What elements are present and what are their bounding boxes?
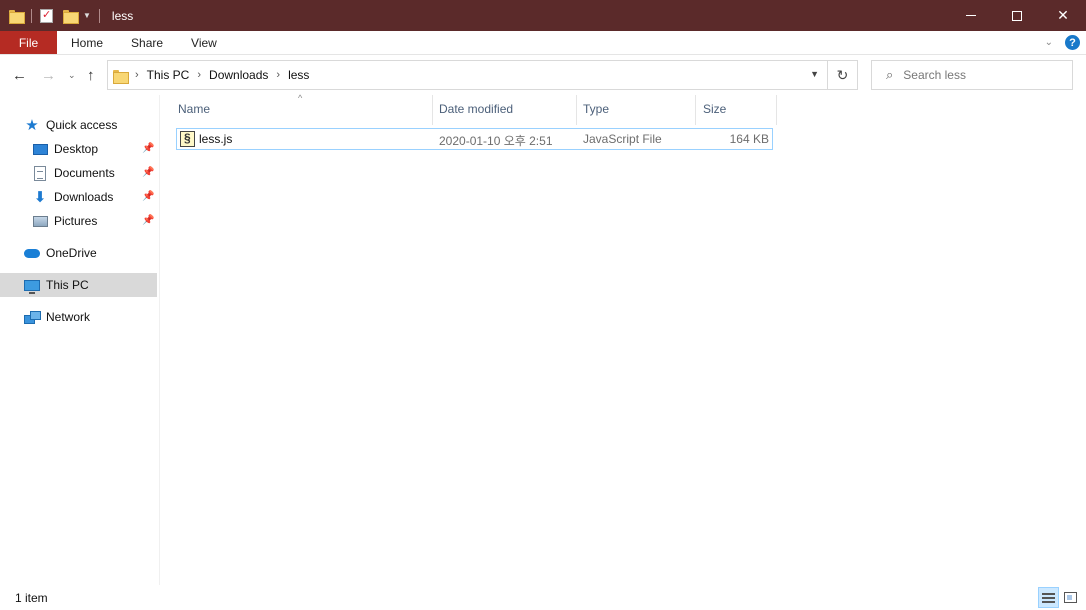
address-dropdown-chevron-icon[interactable]: ▼	[810, 69, 819, 79]
breadcrumb-downloads[interactable]: Downloads	[209, 68, 268, 82]
back-arrow-icon[interactable]: ←	[12, 67, 27, 84]
pin-icon: 📌	[142, 191, 155, 202]
search-icon: ⌕	[886, 67, 894, 82]
forward-arrow-icon[interactable]: →	[41, 67, 56, 84]
search-input[interactable]: Search less	[903, 68, 966, 82]
sidebar-item-label: Network	[46, 310, 91, 324]
sidebar-item-quick-access[interactable]: ★ Quick access	[24, 114, 117, 136]
column-divider[interactable]	[776, 95, 777, 125]
column-divider[interactable]	[695, 95, 696, 125]
pin-icon: 📌	[142, 143, 155, 154]
large-icons-view-button[interactable]	[1060, 587, 1081, 608]
this-pc-icon	[24, 277, 40, 294]
item-count: 1 item	[15, 591, 48, 605]
star-icon: ★	[25, 117, 39, 134]
file-name[interactable]: less.js	[199, 132, 232, 146]
sidebar-item-label: OneDrive	[46, 246, 97, 260]
file-type: JavaScript File	[583, 132, 662, 146]
sidebar-item-downloads[interactable]: ⬇ Downloads	[32, 186, 114, 208]
folder-icon	[113, 69, 129, 84]
column-divider[interactable]	[576, 95, 577, 125]
column-header-type[interactable]: Type	[583, 102, 609, 118]
breadcrumb-separator-icon[interactable]: ›	[197, 69, 201, 81]
refresh-button[interactable]: ↻	[828, 60, 858, 90]
sidebar-item-label: Desktop	[54, 142, 99, 156]
file-list: ^ Name Date modified Type Size less.js 2…	[160, 93, 1086, 585]
column-header-size[interactable]: Size	[703, 102, 726, 118]
sidebar-item-desktop[interactable]: Desktop	[32, 138, 98, 160]
tab-file[interactable]: File	[0, 31, 57, 54]
search-box[interactable]: ⌕ Search less	[871, 60, 1073, 90]
file-date-modified: 2020-01-10 오후 2:51	[439, 134, 553, 148]
sort-ascending-icon: ^	[298, 93, 303, 103]
column-header-date-modified[interactable]: Date modified	[439, 102, 513, 118]
minimize-button[interactable]	[948, 0, 994, 31]
details-view-button[interactable]	[1038, 587, 1059, 608]
sidebar-item-label: This PC	[46, 278, 89, 292]
status-bar: 1 item	[0, 585, 1086, 610]
pictures-icon	[32, 213, 48, 229]
large-icons-view-icon	[1064, 592, 1077, 603]
help-icon[interactable]: ?	[1065, 35, 1080, 50]
downloads-icon: ⬇	[33, 189, 47, 206]
sidebar-item-label: Documents	[54, 166, 115, 180]
breadcrumb-separator-icon[interactable]: ›	[276, 69, 280, 81]
sidebar-item-network[interactable]: Network	[24, 306, 90, 328]
javascript-file-icon	[180, 131, 195, 147]
breadcrumb-less[interactable]: less	[288, 68, 309, 82]
address-bar[interactable]: › This PC › Downloads › less ▼	[107, 60, 828, 90]
table-row[interactable]: less.js 2020-01-10 오후 2:51 JavaScript Fi…	[176, 128, 773, 150]
navigation-bar: ← → ⌄ ↑ › This PC › Downloads › less ▼ ↻…	[0, 55, 1086, 95]
close-icon: ✕	[1057, 7, 1069, 23]
navigation-pane: ★ Quick access Desktop 📌 Documents 📌 ⬇ D…	[0, 95, 160, 585]
sidebar-item-label: Downloads	[54, 190, 114, 204]
toolbar-separator	[31, 8, 32, 23]
tab-view[interactable]: View	[177, 31, 231, 54]
sidebar-item-this-pc[interactable]: This PC	[24, 274, 89, 296]
tab-share[interactable]: Share	[117, 31, 177, 54]
pin-icon: 📌	[142, 215, 155, 226]
sidebar-item-label: Pictures	[54, 214, 98, 228]
details-view-icon	[1042, 592, 1055, 603]
close-button[interactable]: ✕	[1040, 0, 1086, 31]
sidebar-item-onedrive[interactable]: OneDrive	[24, 242, 97, 264]
breadcrumb-this-pc[interactable]: This PC	[147, 68, 190, 82]
toolbar-separator	[98, 8, 100, 23]
column-divider[interactable]	[432, 95, 433, 125]
window-controls: ✕	[948, 0, 1086, 31]
recent-locations-chevron-icon[interactable]: ⌄	[68, 70, 76, 81]
expand-ribbon-chevron-icon[interactable]: ⌄	[1045, 37, 1053, 48]
window-title: less	[111, 8, 134, 23]
folder-icon[interactable]	[9, 9, 25, 24]
tab-home[interactable]: Home	[57, 31, 117, 54]
ribbon-tabs: File Home Share View ⌄ ?	[0, 31, 1086, 55]
desktop-icon	[32, 141, 48, 157]
column-header-name[interactable]: Name	[178, 102, 210, 118]
refresh-icon: ↻	[836, 66, 849, 83]
properties-icon[interactable]	[40, 8, 53, 23]
breadcrumb-separator-icon[interactable]: ›	[135, 69, 139, 81]
maximize-icon	[1012, 10, 1022, 21]
new-folder-icon[interactable]	[63, 9, 79, 24]
network-icon	[24, 309, 41, 325]
pin-icon: 📌	[142, 167, 155, 178]
maximize-button[interactable]	[994, 0, 1040, 31]
customize-toolbar-chevron-icon[interactable]: ▼	[83, 11, 91, 20]
quick-access-toolbar: ▼	[9, 8, 108, 24]
file-size: 164 KB	[729, 132, 769, 146]
title-bar: ▼ less ✕	[0, 0, 1086, 31]
onedrive-icon	[24, 245, 40, 261]
sidebar-item-pictures[interactable]: Pictures	[32, 210, 97, 232]
documents-icon	[32, 165, 48, 181]
up-arrow-icon[interactable]: ↑	[87, 67, 95, 84]
sidebar-item-label: Quick access	[46, 118, 118, 132]
sidebar-item-documents[interactable]: Documents	[32, 162, 115, 184]
minimize-icon	[966, 15, 976, 16]
